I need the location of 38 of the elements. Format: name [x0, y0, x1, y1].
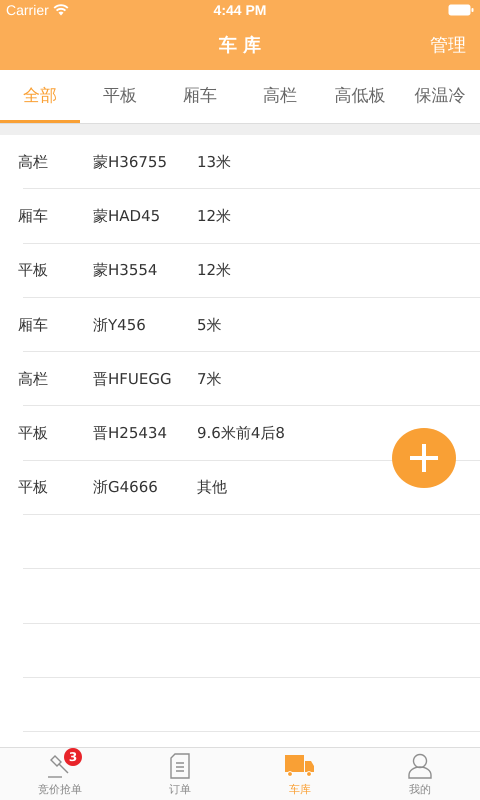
- vehicle-length: 其他: [197, 478, 227, 498]
- plate-number: 蒙HAD45: [93, 206, 162, 226]
- truck-icon: [284, 754, 316, 778]
- vehicle-length: 12米: [197, 206, 232, 226]
- vehicle-type: 高栏: [18, 152, 49, 172]
- tab-bar-item[interactable]: 3 竞价抢单: [0, 748, 120, 800]
- count-badge: 3: [64, 748, 82, 766]
- plate-number: 浙G4666: [93, 478, 159, 498]
- vehicle-type: 高栏: [18, 370, 49, 389]
- plus-icon: [409, 443, 439, 473]
- plate-number: 浙Y456: [93, 316, 147, 335]
- tab-label: 车库: [289, 782, 311, 797]
- vehicle-length: 5米: [197, 316, 222, 335]
- clock-time: 4:44 PM: [214, 2, 266, 18]
- wifi-icon: [52, 4, 69, 16]
- vehicle-length: 12米: [197, 261, 232, 280]
- plate-number: 晋HFUEGG: [93, 370, 173, 389]
- vehicle-type: 平板: [18, 261, 49, 280]
- person-icon: [407, 753, 433, 779]
- tab-label: 我的: [409, 782, 431, 797]
- vehicle-type: 厢车: [18, 206, 49, 226]
- vehicle-length: 13米: [197, 152, 232, 172]
- vehicle-type: 平板: [18, 478, 49, 498]
- plate-number: 晋H25434: [93, 424, 168, 444]
- document-icon: [168, 753, 192, 779]
- tab-label: 订单: [169, 782, 191, 797]
- tab-label: 竞价抢单: [38, 782, 82, 797]
- plate-number: 蒙H36755: [93, 152, 168, 172]
- tab-bar-item[interactable]: 订单: [120, 748, 240, 800]
- page-title: 车 库: [218, 34, 262, 57]
- vehicle-type: 厢车: [18, 316, 49, 335]
- plate-number: 蒙H3554: [93, 261, 158, 280]
- carrier-label: Carrier: [6, 2, 49, 18]
- battery-icon: [448, 4, 474, 16]
- vehicle-type: 平板: [18, 424, 49, 444]
- vehicle-length: 9.6米前4后8: [197, 424, 285, 444]
- vehicle-length: 7米: [197, 370, 222, 389]
- tab-bar-item[interactable]: 我的: [360, 748, 480, 800]
